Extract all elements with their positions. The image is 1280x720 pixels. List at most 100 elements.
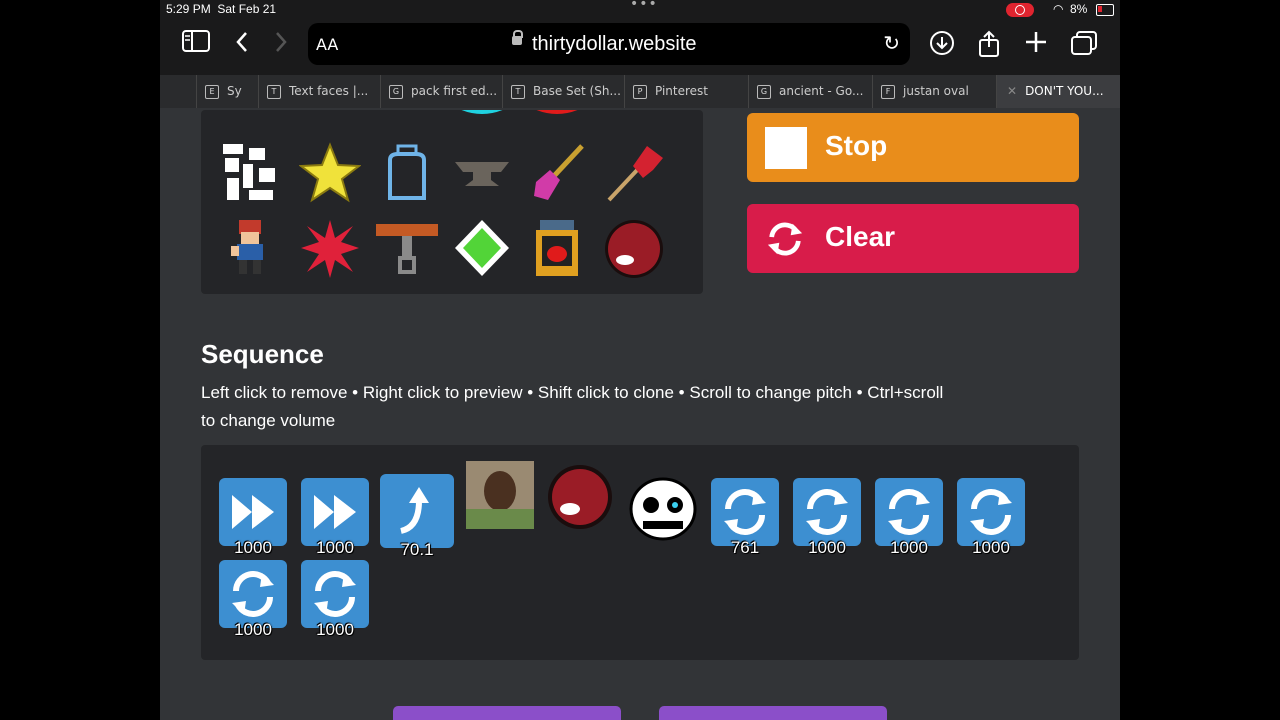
photo-face-icon: [466, 461, 534, 529]
sequence-tile-fast-forward[interactable]: 1000: [301, 478, 369, 557]
tile-value: 1000: [234, 538, 272, 557]
fast-forward-icon: [232, 495, 274, 529]
ipad-screen: 5:29 PM Sat Feb 21 ••• ◠ 8% AA thirtydol…: [160, 0, 1120, 720]
jump-arrow-icon: [400, 487, 429, 534]
tab-7[interactable]: Fjustan oval: [872, 75, 995, 108]
sound-icon-pixel-glyph[interactable]: [219, 142, 281, 204]
refresh-icon: [767, 222, 803, 256]
anvil-icon[interactable]: [451, 142, 513, 204]
loop-icon: [724, 489, 766, 535]
tab-label: Text faces |...: [289, 84, 369, 98]
tile-value: 761: [730, 538, 760, 557]
battery-icon: [1096, 4, 1114, 16]
table-icon[interactable]: [376, 218, 438, 280]
explosion-icon[interactable]: [299, 218, 361, 280]
amogus-icon: [548, 465, 612, 529]
favicon: T: [511, 84, 525, 99]
favicon: G: [389, 84, 403, 99]
loop-icon: [314, 571, 356, 617]
loop-icon: [232, 571, 274, 617]
sequence-tile-photo[interactable]: [466, 461, 534, 529]
reload-icon[interactable]: ↻: [883, 31, 900, 55]
forward-icon[interactable]: [265, 30, 297, 62]
new-tab-icon[interactable]: [1020, 30, 1052, 62]
gem-icon[interactable]: [451, 218, 513, 280]
sequence-tile-loop[interactable]: 1000: [957, 478, 1025, 557]
status-time: 5:29 PM Sat Feb 21: [166, 2, 277, 16]
guitar-icon[interactable]: [526, 142, 588, 204]
tab-label: DON'T YOU...: [1025, 84, 1104, 98]
battery-percent: 8%: [1070, 2, 1088, 16]
stop-label: Stop: [825, 130, 888, 161]
loop-icon: [806, 489, 848, 535]
lock-icon: [512, 30, 523, 45]
loop-icon: [970, 489, 1012, 535]
wifi-icon: ◠: [1053, 2, 1064, 16]
tile-value: 1000: [316, 538, 354, 557]
purple-button-left[interactable]: [393, 706, 621, 720]
electric-guitar-icon[interactable]: [603, 142, 665, 204]
sequence-tile-sans[interactable]: [629, 475, 697, 543]
stop-button[interactable]: Stop: [747, 113, 1079, 182]
tab-1[interactable]: E Sy: [196, 75, 257, 108]
sequence-tile-amogus[interactable]: [546, 463, 614, 531]
back-icon[interactable]: [226, 30, 258, 62]
close-tab-icon[interactable]: ✕: [1007, 75, 1017, 108]
favicon: T: [267, 84, 281, 99]
address-bar[interactable]: AA thirtydollar.website ↻: [308, 23, 910, 65]
status-bar: 5:29 PM Sat Feb 21 ••• ◠ 8%: [160, 0, 1120, 20]
tab-label: Base Set (Sh...: [533, 84, 621, 98]
tab-label: ancient - Go...: [779, 84, 864, 98]
purple-button-right[interactable]: [659, 706, 887, 720]
tile-value: 1000: [808, 538, 846, 557]
sequence-tile-loop[interactable]: 761: [711, 478, 779, 557]
sequence-tile-loop[interactable]: 1000: [793, 478, 861, 557]
sequence-tile-jump[interactable]: 70.1: [380, 474, 454, 559]
alarm-box-icon[interactable]: [526, 218, 588, 280]
tab-label: justan oval: [903, 84, 969, 98]
tab-label: pack first ed...: [411, 84, 498, 98]
sequence-panel: 1000 1000 70.1 761 1000 1000 1000 1000 1…: [201, 445, 1079, 660]
download-icon[interactable]: [926, 30, 958, 62]
favicon: P: [633, 84, 647, 99]
sound-palette: [201, 110, 703, 294]
sequence-instructions: Left click to remove • Right click to pr…: [201, 383, 944, 430]
sequence-tile-loop[interactable]: 1000: [301, 560, 369, 639]
tab-active[interactable]: ✕ DON'T YOU...: [996, 75, 1120, 108]
sequence-title: Sequence: [201, 339, 324, 369]
jar-icon[interactable]: [376, 142, 438, 204]
tab-overview-icon[interactable]: [1068, 30, 1100, 62]
character-icon[interactable]: [219, 218, 281, 280]
amogus-icon[interactable]: [603, 218, 665, 280]
tab-label: Sy: [227, 84, 242, 98]
multitask-dots-icon[interactable]: •••: [630, 0, 658, 12]
browser-toolbar: AA thirtydollar.website ↻: [160, 20, 1120, 75]
stop-icon: [765, 127, 807, 169]
star-icon[interactable]: [299, 142, 361, 204]
share-icon[interactable]: [973, 30, 1005, 62]
tab-6[interactable]: Gancient - Go...: [748, 75, 871, 108]
sidebar-icon[interactable]: [180, 30, 212, 62]
favicon: F: [881, 84, 895, 99]
tile-value: 1000: [972, 538, 1010, 557]
tab-3[interactable]: Gpack first ed...: [380, 75, 501, 108]
sans-skull-icon: [629, 477, 697, 541]
tab-4[interactable]: T Base Set (Sh...: [502, 75, 623, 108]
screen-record-icon: [1006, 3, 1034, 17]
clear-button[interactable]: Clear: [747, 204, 1079, 273]
tab-label: Pinterest: [655, 84, 709, 98]
tile-value: 1000: [316, 620, 354, 639]
sequence-tile-loop[interactable]: 1000: [219, 560, 287, 639]
sequence-tile-fast-forward[interactable]: 1000: [219, 478, 287, 557]
tab-5[interactable]: P Pinterest: [624, 75, 747, 108]
reader-options-button[interactable]: AA: [316, 35, 338, 54]
tile-value: 70.1: [400, 540, 434, 559]
tab-2[interactable]: T Text faces |...: [258, 75, 379, 108]
loop-icon: [888, 489, 930, 535]
tab-strip: E Sy T Text faces |... Gpack first ed... T…: [160, 75, 1120, 108]
clear-label: Clear: [825, 221, 896, 252]
favicon: G: [757, 84, 771, 99]
url-text[interactable]: thirtydollar.website: [532, 33, 697, 56]
sequence-tile-loop[interactable]: 1000: [875, 478, 943, 557]
tile-value: 1000: [234, 620, 272, 639]
